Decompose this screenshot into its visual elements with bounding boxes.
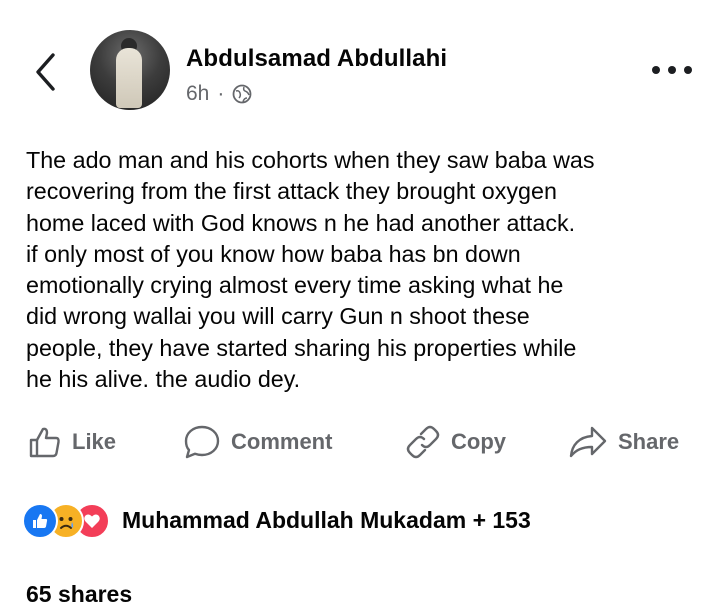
post-meta: 6h · [186, 82, 252, 106]
post-line: people, they have started sharing his pr… [26, 334, 577, 361]
copy-button[interactable]: Copy [405, 420, 506, 464]
share-count[interactable]: 65 shares [26, 581, 132, 608]
comment-icon [184, 425, 220, 459]
chevron-left-icon [36, 53, 55, 91]
post-line: if only most of you know how baba has bn… [26, 240, 521, 267]
more-options-button[interactable] [652, 58, 692, 82]
globe-icon [232, 84, 252, 104]
like-reaction-icon [22, 503, 58, 539]
comment-label: Comment [231, 429, 333, 454]
post-line: he his alive. the audio dey. [26, 366, 301, 393]
more-dot-icon [668, 66, 676, 74]
avatar[interactable] [90, 30, 170, 110]
meta-separator: · [217, 82, 225, 105]
post-line: did wrong wallai you will carry Gun n sh… [26, 303, 530, 330]
like-button[interactable]: Like [28, 420, 116, 464]
post-line: emotionally crying almost every time ask… [26, 272, 564, 299]
author-name[interactable]: Abdulsamad Abdullahi [186, 45, 447, 73]
comment-button[interactable]: Comment [183, 420, 332, 464]
action-bar: Like Comment Copy Share [0, 420, 720, 464]
post-time[interactable]: 6h [186, 82, 209, 106]
post-line: The ado man and his cohorts when they sa… [26, 147, 595, 173]
reaction-names[interactable]: Muhammad Abdullah Mukadam + 153 [122, 507, 531, 534]
copy-label: Copy [451, 429, 506, 454]
thumbs-up-icon [29, 427, 60, 458]
post-text: The ado man and his cohorts when they sa… [26, 145, 706, 395]
post-line: home laced with God knows n he had anoth… [26, 209, 576, 236]
share-button[interactable]: Share [568, 420, 679, 464]
more-dot-icon [684, 66, 692, 74]
post-line: recovering from the first attack they br… [26, 178, 557, 205]
more-dot-icon [652, 66, 660, 74]
share-arrow-icon [569, 426, 607, 458]
link-icon [406, 425, 440, 459]
reactions-summary[interactable]: Muhammad Abdullah Mukadam + 153 [22, 503, 531, 539]
back-button[interactable] [26, 50, 64, 94]
share-label: Share [618, 429, 680, 454]
reaction-icons [22, 503, 118, 539]
like-label: Like [72, 429, 117, 454]
